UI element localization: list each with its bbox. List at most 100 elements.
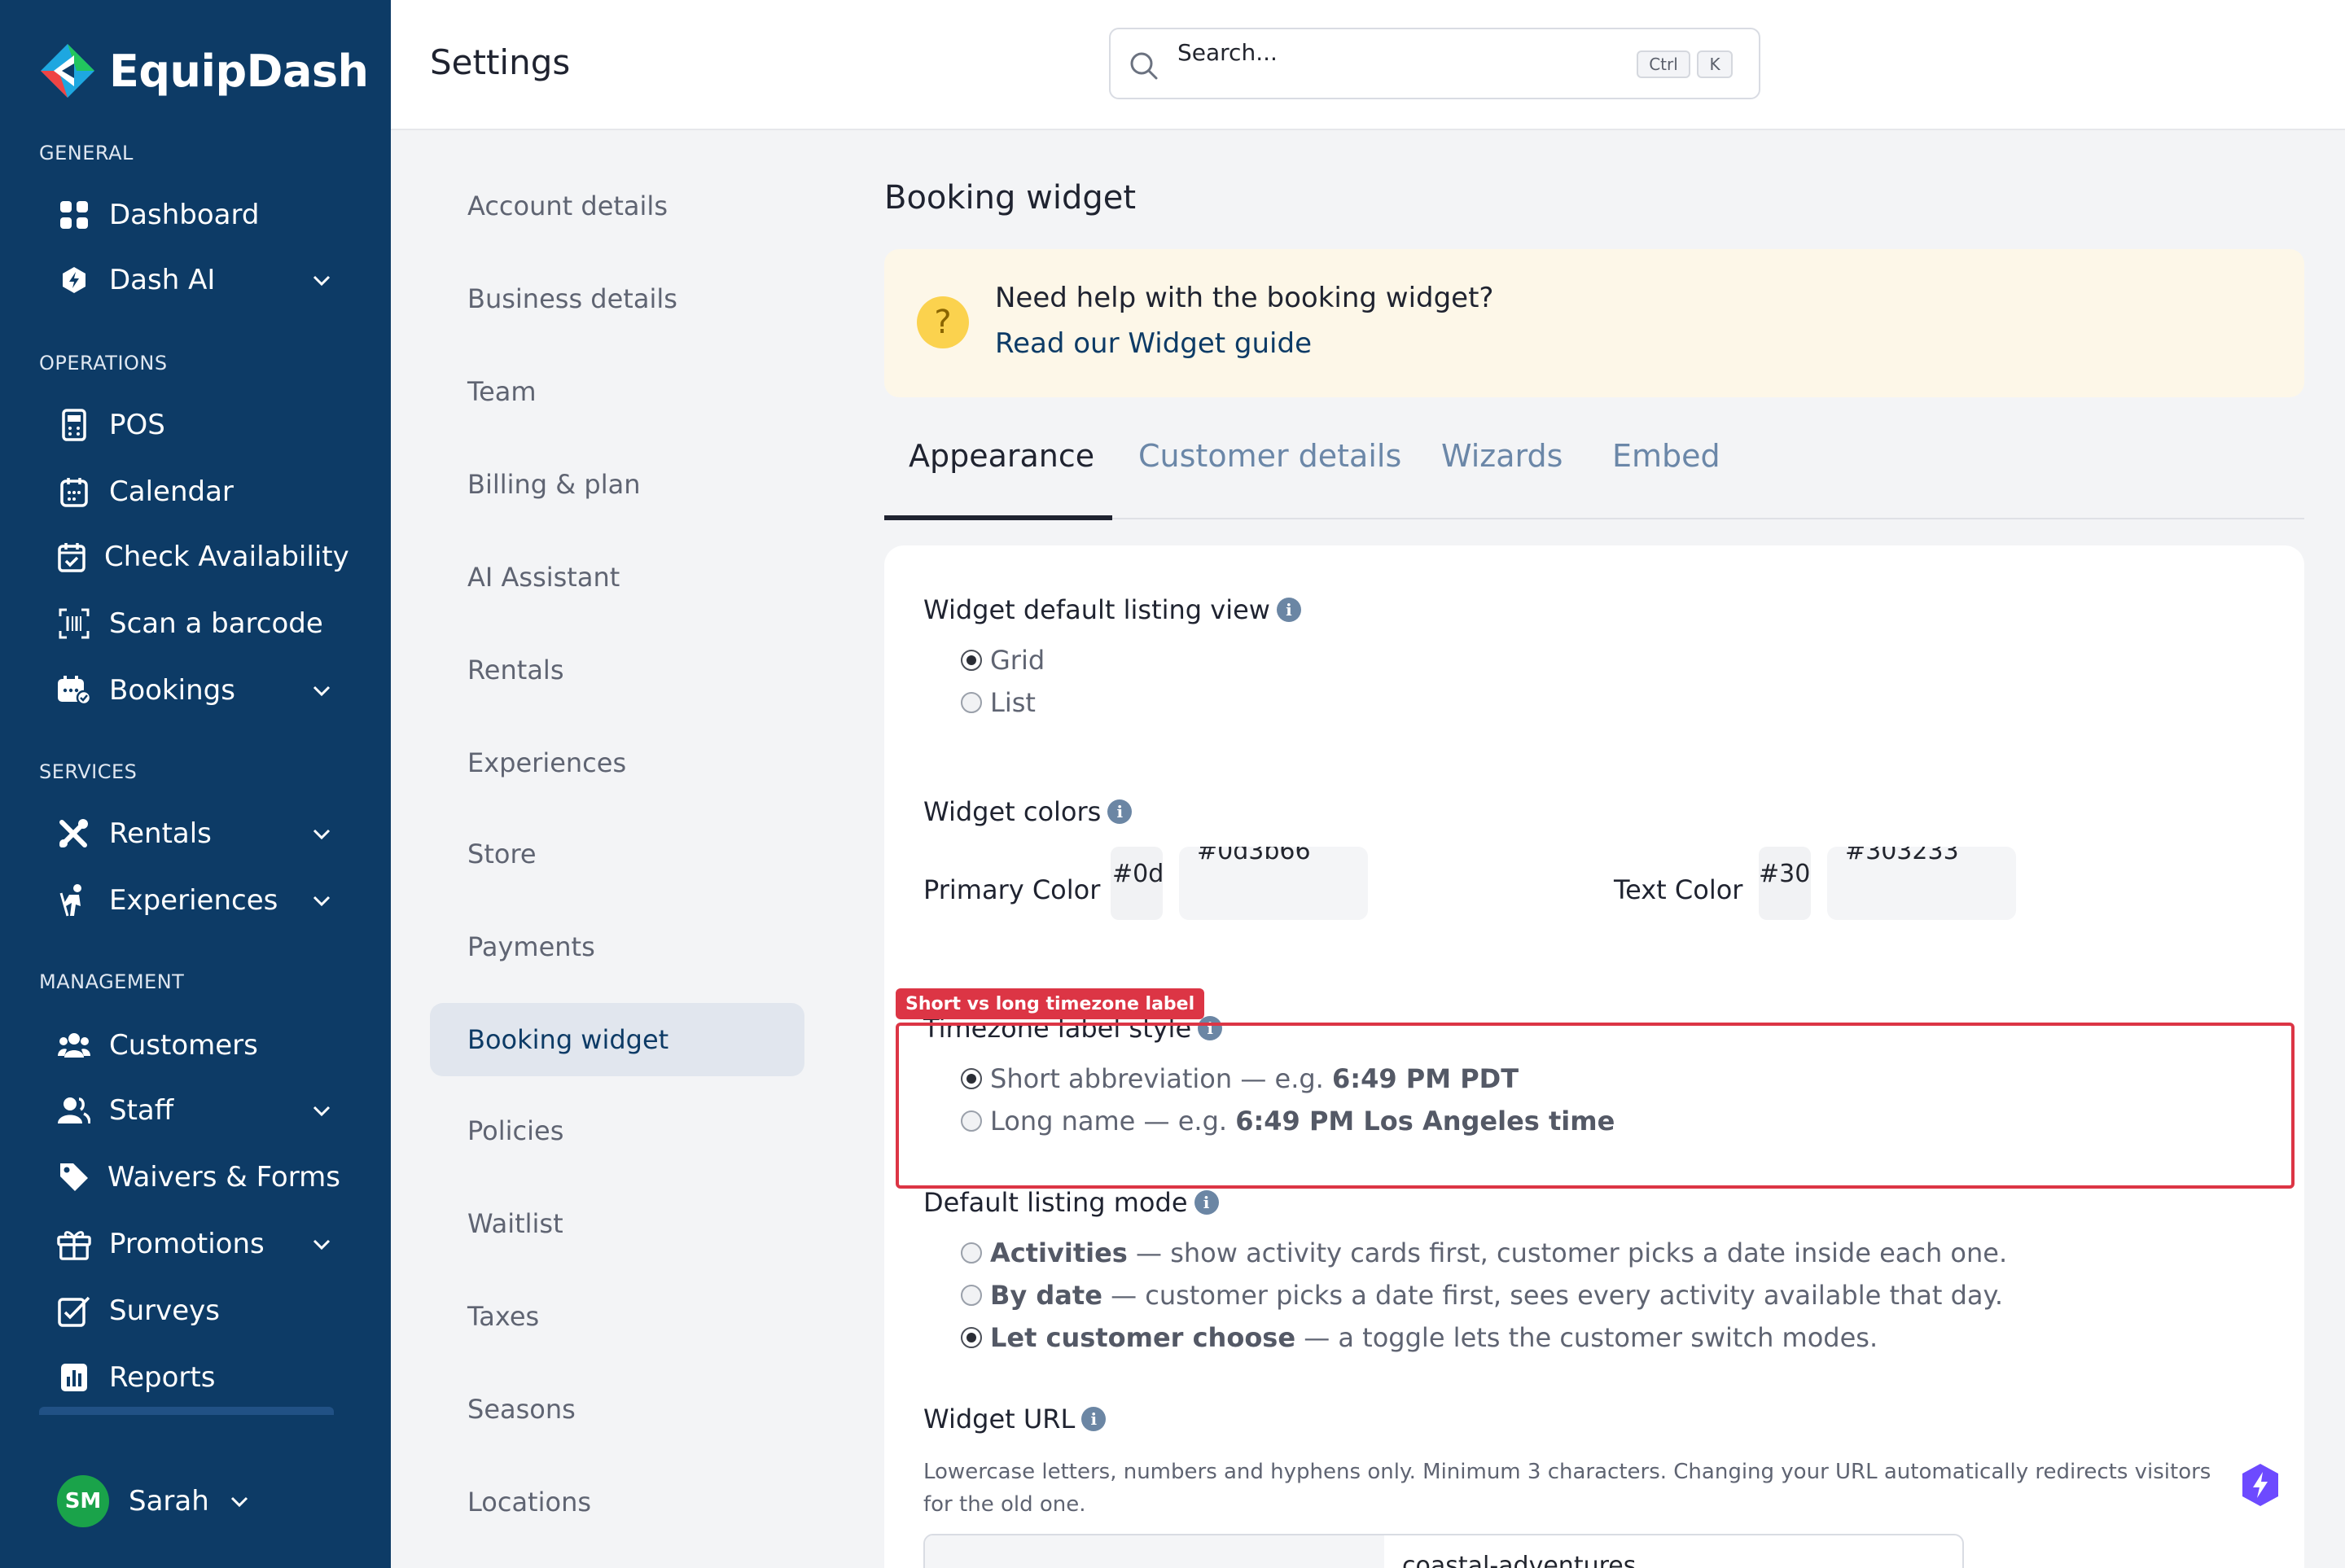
shortcut-ctrl-key: Ctrl <box>1637 50 1690 78</box>
settings-nav-locations[interactable]: Locations <box>430 1465 804 1539</box>
radio-button[interactable] <box>961 1285 982 1306</box>
chevron-down-icon <box>313 1239 331 1250</box>
tab-customer-details[interactable]: Customer details <box>1138 438 1401 474</box>
widget-url-input[interactable]: coastal-adventures <box>923 1534 1964 1568</box>
sidebar-item-surveys[interactable]: Surveys <box>57 1285 334 1337</box>
settings-nav-billing-plan[interactable]: Billing & plan <box>430 448 804 521</box>
settings-nav-business-details[interactable]: Business details <box>430 262 804 335</box>
sidebar-item-pos[interactable]: POS <box>57 399 334 451</box>
settings-nav-policies[interactable]: Policies <box>430 1094 804 1167</box>
active-tab-indicator <box>884 515 1112 520</box>
sidebar-scroll-indicator <box>39 1407 334 1415</box>
sidebar-item-dash-ai[interactable]: Dash AI <box>57 254 334 306</box>
radio-button[interactable] <box>961 650 982 671</box>
text-color-label: Text Color <box>1614 874 1743 905</box>
topbar: Settings Search... Ctrl K <box>391 0 2345 130</box>
radio-button[interactable] <box>961 692 982 713</box>
sidebar: EquipDash GENERAL OPERATIONS SERVICES MA… <box>0 0 391 1568</box>
radio-button[interactable] <box>961 1068 982 1089</box>
bookings-icon <box>57 673 91 707</box>
sidebar-item-scan-barcode[interactable]: Scan a barcode <box>57 598 334 650</box>
text-color-swatch-text: #30 <box>1759 860 1811 888</box>
section-operations: OPERATIONS <box>39 352 168 374</box>
sidebar-item-check-availability[interactable]: Check Availability <box>57 531 349 583</box>
widget-guide-link[interactable]: Read our Widget guide <box>995 327 1312 360</box>
listing-mode-customer-choose-option[interactable]: Let customer choose — a toggle lets the … <box>961 1322 1878 1353</box>
pos-icon <box>57 408 91 442</box>
search-icon <box>1130 52 1158 80</box>
section-services: SERVICES <box>39 760 138 783</box>
shortcut-k-key: K <box>1697 50 1733 78</box>
info-icon[interactable]: i <box>1081 1407 1107 1431</box>
widget-url-prefix <box>925 1535 1384 1568</box>
calendar-icon <box>57 475 91 509</box>
primary-color-label: Primary Color <box>923 874 1101 905</box>
lightning-assistant-icon[interactable] <box>2241 1462 2280 1508</box>
primary-color-swatch-text: #0d <box>1112 860 1164 888</box>
dash-ai-icon <box>57 263 91 297</box>
chevron-down-icon <box>313 275 331 287</box>
search-input[interactable]: Search... Ctrl K <box>1109 28 1760 99</box>
tab-wizards[interactable]: Wizards <box>1441 438 1563 474</box>
settings-nav-account-details[interactable]: Account details <box>430 169 804 243</box>
radio-button[interactable] <box>961 1242 982 1264</box>
sidebar-item-experiences[interactable]: Experiences <box>57 874 334 926</box>
settings-nav-store[interactable]: Store <box>430 817 804 891</box>
widget-colors-title: Widget colors i <box>923 796 1133 827</box>
listing-view-grid-option[interactable]: Grid <box>961 645 1045 676</box>
settings-nav-seasons[interactable]: Seasons <box>430 1373 804 1446</box>
sidebar-item-waivers-forms[interactable]: Waivers & Forms <box>57 1151 340 1203</box>
chevron-down-icon <box>230 1496 248 1508</box>
tab-embed[interactable]: Embed <box>1612 438 1720 474</box>
widget-url-title: Widget URL i <box>923 1404 1107 1434</box>
settings-nav-experiences[interactable]: Experiences <box>430 726 804 799</box>
sidebar-item-calendar[interactable]: Calendar <box>57 466 334 518</box>
info-icon[interactable]: i <box>1194 1190 1219 1215</box>
listing-mode-activities-option[interactable]: Activities — show activity cards first, … <box>961 1237 2007 1268</box>
question-icon: ? <box>917 296 969 348</box>
avatar: SM <box>57 1475 109 1527</box>
radio-button[interactable] <box>961 1327 982 1348</box>
sidebar-item-promotions[interactable]: Promotions <box>57 1218 334 1270</box>
app-logo[interactable]: EquipDash <box>37 41 369 101</box>
sidebar-item-reports[interactable]: Reports <box>57 1351 334 1404</box>
widget-url-value: coastal-adventures <box>1402 1552 1637 1568</box>
settings-nav-waitlist[interactable]: Waitlist <box>430 1187 804 1260</box>
waivers-icon <box>57 1160 90 1194</box>
user-menu[interactable]: SM Sarah <box>57 1475 252 1527</box>
timezone-long-option[interactable]: Long name — e.g. 6:49 PM Los Angeles tim… <box>961 1106 1615 1137</box>
tab-appearance[interactable]: Appearance <box>909 438 1094 474</box>
help-question: Need help with the booking widget? <box>995 282 1494 314</box>
radio-button[interactable] <box>961 1110 982 1132</box>
dashboard-icon <box>57 198 91 232</box>
sidebar-item-dashboard[interactable]: Dashboard <box>57 189 334 241</box>
listing-mode-by-date-option[interactable]: By date — customer picks a date first, s… <box>961 1280 2003 1311</box>
settings-nav-rentals[interactable]: Rentals <box>430 633 804 707</box>
widget-tabs: Appearance Customer details Wizards Embe… <box>884 423 2304 520</box>
sidebar-item-bookings[interactable]: Bookings <box>57 664 334 716</box>
settings-nav-team[interactable]: Team <box>430 355 804 428</box>
primary-color-input[interactable]: #0d3b66 <box>1179 847 1368 920</box>
settings-nav-payments[interactable]: Payments <box>430 910 804 983</box>
sidebar-item-staff[interactable]: Staff <box>57 1084 334 1137</box>
sidebar-item-customers[interactable]: Customers <box>57 1019 334 1071</box>
info-icon[interactable]: i <box>1107 799 1133 824</box>
widget-url-help: Lowercase letters, numbers and hyphens o… <box>923 1460 2211 1517</box>
user-name: Sarah <box>129 1485 209 1518</box>
app-name: EquipDash <box>109 45 369 97</box>
page-title: Settings <box>430 42 571 82</box>
settings-nav-ai-assistant[interactable]: AI Assistant <box>430 541 804 614</box>
experiences-icon <box>57 883 91 918</box>
settings-nav-taxes[interactable]: Taxes <box>430 1280 804 1353</box>
timezone-short-option[interactable]: Short abbreviation — e.g. 6:49 PM PDT <box>961 1063 1519 1094</box>
chevron-down-icon <box>313 896 331 907</box>
rentals-icon <box>57 817 91 851</box>
text-color-input[interactable]: #303233 <box>1827 847 2016 920</box>
listing-view-title: Widget default listing view i <box>923 594 1301 625</box>
barcode-icon <box>57 607 91 641</box>
listing-view-list-option[interactable]: List <box>961 687 1036 718</box>
info-icon[interactable]: i <box>1276 598 1301 622</box>
sidebar-item-rentals[interactable]: Rentals <box>57 808 334 860</box>
equipdash-logo-icon <box>41 44 94 98</box>
settings-nav-booking-widget[interactable]: Booking widget <box>430 1003 804 1076</box>
